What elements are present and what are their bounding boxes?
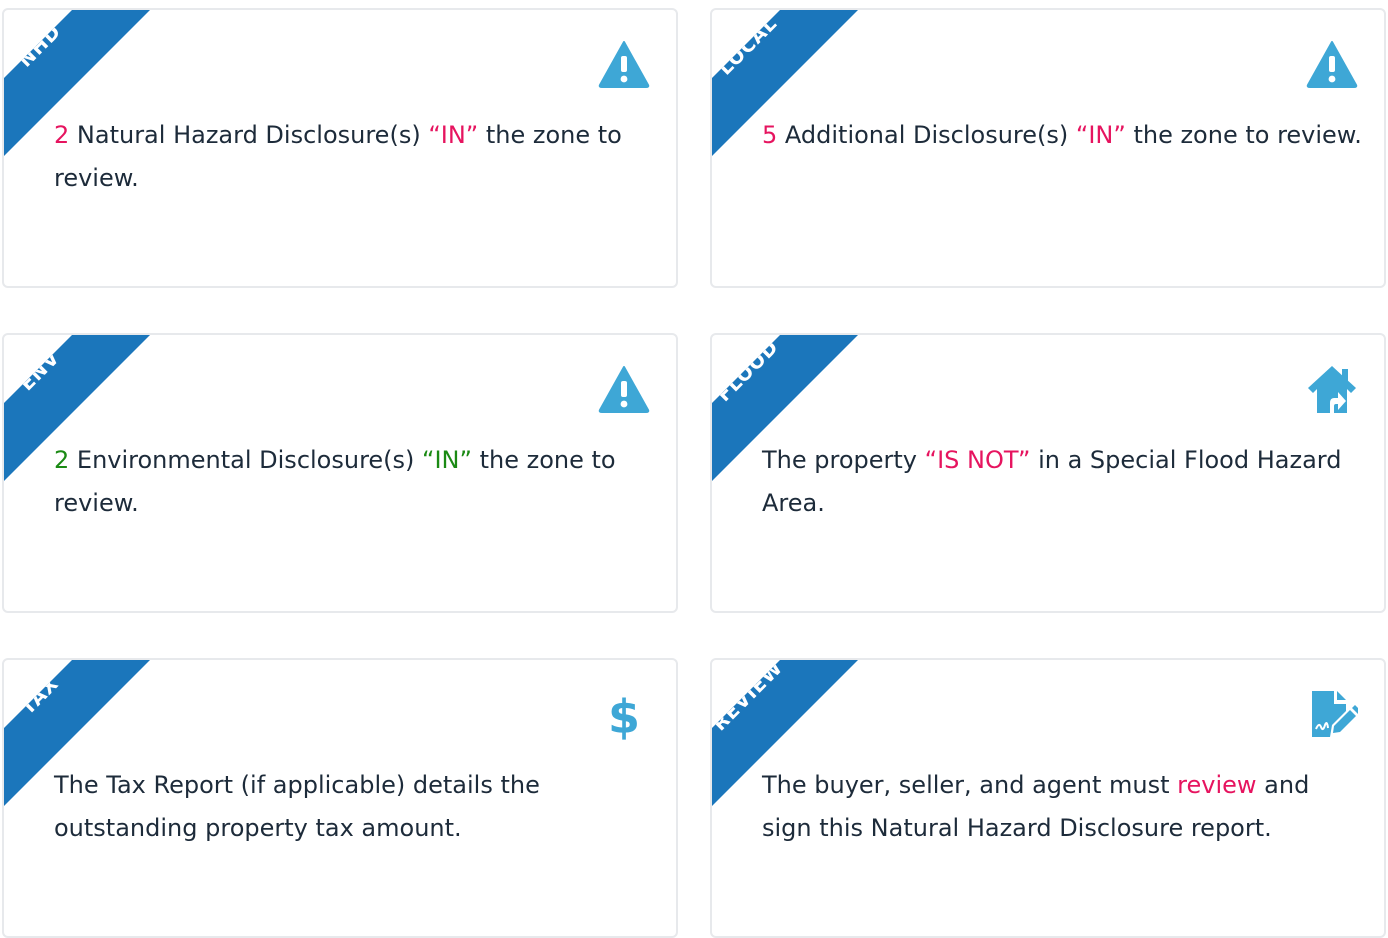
status-is-not: “IS NOT” bbox=[924, 446, 1031, 474]
card-text: 5 Additional Disclosure(s) “IN” the zone… bbox=[762, 114, 1364, 157]
text-segment: the zone to review. bbox=[1125, 121, 1362, 149]
svg-text:$: $ bbox=[608, 690, 640, 740]
disclosure-count: 5 bbox=[762, 121, 778, 149]
card-local: LOCAL 5 Additional Disclosure(s) “IN” th… bbox=[710, 8, 1386, 288]
dollar-icon: $ bbox=[598, 688, 650, 740]
ribbon-label: FLOOD bbox=[712, 335, 784, 407]
sign-document-icon bbox=[1306, 688, 1358, 740]
card-flood: FLOOD The property “IS NOT” in a Special… bbox=[710, 333, 1386, 613]
ribbon-label: REVIEW bbox=[710, 658, 788, 736]
warning-icon bbox=[598, 38, 650, 90]
text-segment: Environmental Disclosure(s) bbox=[69, 446, 423, 474]
disclosure-count: 2 bbox=[54, 446, 70, 474]
card-text: The property “IS NOT” in a Special Flood… bbox=[762, 439, 1364, 525]
status-in: “IN” bbox=[1075, 121, 1126, 149]
review-link[interactable]: review bbox=[1177, 771, 1256, 799]
warning-icon bbox=[598, 363, 650, 415]
house-icon bbox=[1306, 363, 1358, 415]
status-in: “IN” bbox=[428, 121, 479, 149]
ribbon-label: NHD bbox=[14, 20, 66, 72]
card-review: REVIEW The buyer, seller, and agent must… bbox=[710, 658, 1386, 938]
ribbon-label: LOCAL bbox=[714, 12, 782, 80]
status-in: “IN” bbox=[422, 446, 472, 474]
text-segment: Additional Disclosure(s) bbox=[777, 121, 1076, 149]
card-env: ENV 2 Environmental Disclosure(s) “IN” t… bbox=[2, 333, 678, 613]
text-segment: The property bbox=[762, 446, 925, 474]
card-text: 2 Environmental Disclosure(s) “IN” the z… bbox=[54, 439, 656, 525]
card-nhd: NHD 2 Natural Hazard Disclosure(s) “IN” … bbox=[2, 8, 678, 288]
card-tax: TAX $ The Tax Report (if applicable) det… bbox=[2, 658, 678, 938]
text-segment: Natural Hazard Disclosure(s) bbox=[69, 121, 429, 149]
disclosure-count: 2 bbox=[54, 121, 70, 149]
card-text: The Tax Report (if applicable) details t… bbox=[54, 771, 540, 842]
ribbon-label: TAX bbox=[16, 672, 64, 720]
ribbon-label: ENV bbox=[15, 346, 65, 396]
card-text: The buyer, seller, and agent must review… bbox=[762, 764, 1364, 850]
card-text: 2 Natural Hazard Disclosure(s) “IN” the … bbox=[54, 114, 656, 200]
warning-icon bbox=[1306, 38, 1358, 90]
text-segment: The buyer, seller, and agent must bbox=[762, 771, 1178, 799]
